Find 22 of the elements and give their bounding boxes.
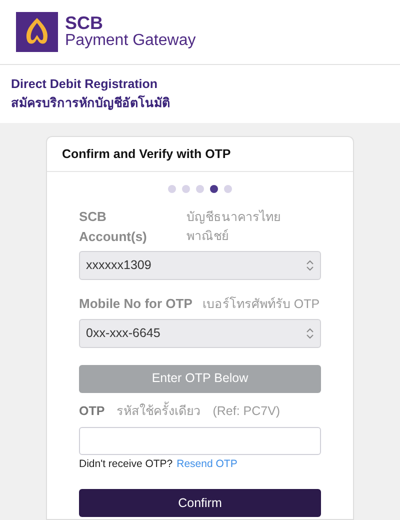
dropdown-arrows-icon <box>306 328 314 339</box>
field-label-thai: เบอร์โทรศัพท์รับ OTP <box>202 296 320 313</box>
otp-reference: (Ref: PC7V) <box>212 402 280 420</box>
select-value: 0xx-xxx-6645 <box>86 324 160 342</box>
confirm-button[interactable]: Confirm <box>79 489 321 518</box>
logo-icon <box>16 12 58 52</box>
brand-subtitle: Payment Gateway <box>65 33 196 50</box>
dropdown-arrows-icon <box>306 260 314 271</box>
page-title-thai: สมัครบริการหักบัญชีอัตโนมัติ <box>11 94 171 112</box>
otp-label: OTP <box>79 402 105 420</box>
account-select[interactable]: 0xx-xxx-6645 <box>79 318 321 348</box>
select-value: xxxxxx1309 <box>86 257 152 274</box>
otp-label-thai: รหัสใช้ครั้งเดียว <box>116 402 201 420</box>
account-select[interactable]: xxxxxx1309 <box>79 251 321 280</box>
resend-prompt: Didn't receive OTP? <box>79 456 173 472</box>
field-label: SCB Account(s) <box>79 208 148 246</box>
page-title: Direct Debit Registration <box>11 76 159 94</box>
brand-name: SCB <box>65 14 104 34</box>
card-title: Confirm and Verify with OTP <box>62 146 231 163</box>
field-label-thai: บัญชีธนาคารไทยพาณิชย์ <box>186 208 282 245</box>
otp-input-field[interactable] <box>79 426 321 454</box>
field-label: Mobile No for OTP <box>79 295 192 313</box>
